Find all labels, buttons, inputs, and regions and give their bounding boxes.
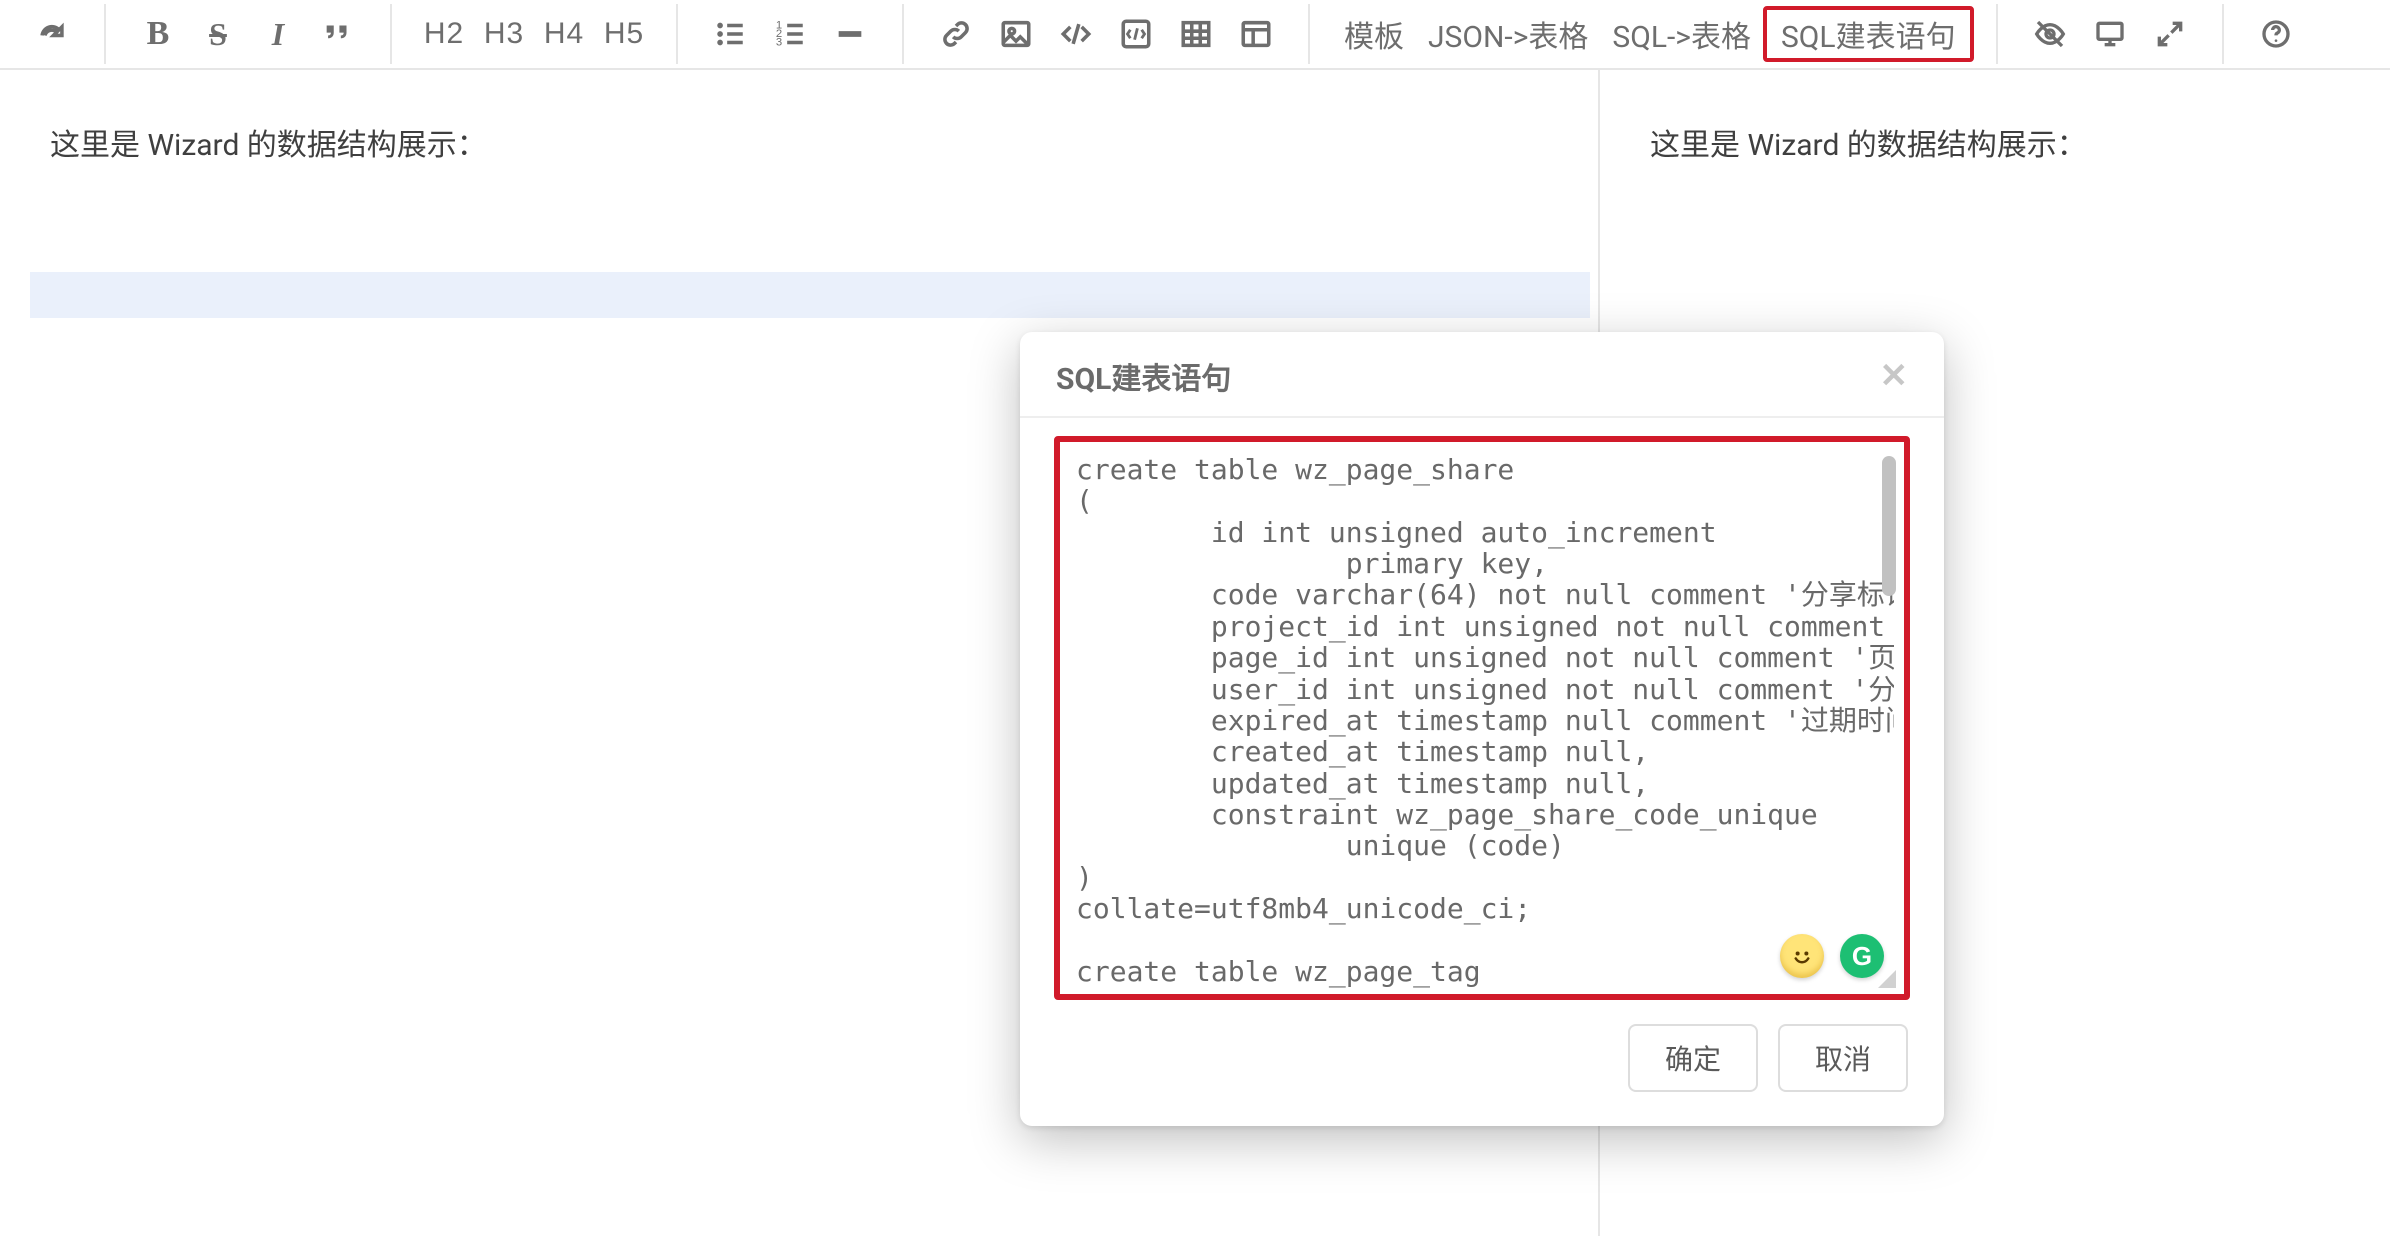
sql-textarea[interactable] [1074,452,1894,998]
script-button[interactable] [1106,10,1166,58]
template-button[interactable]: 模板 [1332,10,1416,58]
h4-button[interactable]: H4 [534,10,594,58]
layout-icon [1239,17,1273,51]
svg-text:3: 3 [776,36,782,48]
modal-close-button[interactable]: ✕ [1880,359,1909,393]
toolbar-group-insert [904,0,1308,68]
modal-body: G [1020,418,1944,1010]
strike-button[interactable]: S [188,10,248,58]
toolbar-group-heading: H2 H3 H4 H5 [392,0,676,68]
textarea-resize-handle[interactable] [1878,970,1896,988]
preview-hide-button[interactable] [2020,10,2080,58]
modal-title: SQL建表语句 [1056,354,1231,398]
toolbar-group-help [2224,0,2328,68]
h3-button[interactable]: H3 [474,10,534,58]
modal-footer: 确定 取消 [1020,1010,1944,1126]
grammarly-icon: G [1852,941,1872,972]
toolbar-group-list: 1 2 3 [678,0,902,68]
sql-create-button[interactable]: SQL建表语句 [1763,6,1974,62]
code-icon [1059,17,1093,51]
sql-create-modal: SQL建表语句 ✕ G 确定 [1020,332,1944,1126]
expand-icon [2154,18,2186,50]
bold-button[interactable]: B [128,10,188,58]
link-icon [939,17,973,51]
redo-button[interactable] [22,10,82,58]
confirm-button[interactable]: 确定 [1628,1024,1758,1092]
sql-textarea-wrapper [1054,436,1910,1000]
json-to-table-button[interactable]: JSON->表格 [1416,10,1600,58]
code-button[interactable] [1046,10,1106,58]
preview-intro-text: 这里是 Wizard 的数据结构展示： [1650,120,2360,164]
ol-button[interactable]: 1 2 3 [760,10,820,58]
eye-off-icon [2034,18,2066,50]
fullscreen-button[interactable] [2140,10,2200,58]
desktop-icon [2094,18,2126,50]
image-icon [999,17,1033,51]
grammarly-button[interactable]: G [1840,934,1884,978]
help-icon [2260,18,2292,50]
toolbar-group-history [0,0,104,68]
cancel-button[interactable]: 取消 [1778,1024,1908,1092]
script-icon [1119,17,1153,51]
layout-button[interactable] [1226,10,1286,58]
emoji-picker-button[interactable] [1780,934,1824,978]
h5-button[interactable]: H5 [594,10,654,58]
ul-icon [713,17,747,51]
table-icon [1179,17,1213,51]
hr-icon [833,17,867,51]
redo-icon [35,17,69,51]
modal-header: SQL建表语句 ✕ [1020,332,1944,418]
desktop-button[interactable] [2080,10,2140,58]
blockquote-icon [321,17,355,51]
sql-to-table-button[interactable]: SQL->表格 [1600,10,1763,58]
close-icon: ✕ [1880,356,1909,396]
smile-icon [1787,941,1817,971]
toolbar-group-view [1998,0,2222,68]
textarea-scrollbar[interactable] [1882,456,1896,596]
editor-active-line [30,272,1590,318]
image-button[interactable] [986,10,1046,58]
content-area: 这里是 Wizard 的数据结构展示： 这里是 Wizard 的数据结构展示： … [0,70,2390,1236]
italic-button[interactable]: I [248,10,308,58]
blockquote-button[interactable] [308,10,368,58]
ul-button[interactable] [700,10,760,58]
link-button[interactable] [926,10,986,58]
ol-icon: 1 2 3 [773,17,807,51]
editor-toolbar: B S I H2 H3 H4 H5 1 2 3 [0,0,2390,70]
toolbar-group-templates: 模板 JSON->表格 SQL->表格 SQL建表语句 [1310,0,1996,68]
help-button[interactable] [2246,10,2306,58]
table-button[interactable] [1166,10,1226,58]
h2-button[interactable]: H2 [414,10,474,58]
source-intro-text: 这里是 Wizard 的数据结构展示： [50,120,1568,164]
hr-button[interactable] [820,10,880,58]
toolbar-group-text: B S I [106,0,390,68]
